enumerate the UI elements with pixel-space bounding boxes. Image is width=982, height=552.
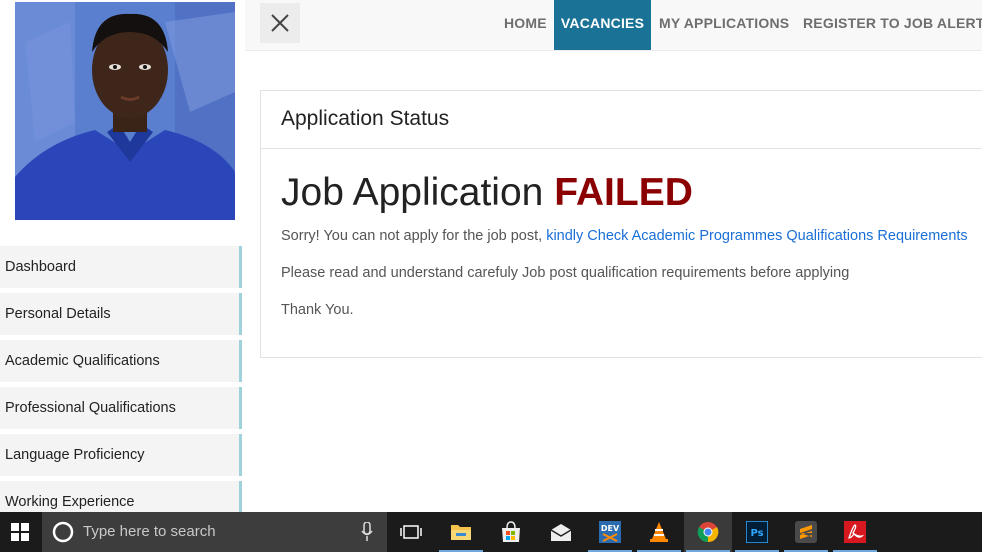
sidebar-item-label: Academic Qualifications — [5, 353, 160, 369]
photoshop-icon: Ps — [746, 521, 768, 543]
sidebar-item-personal-details[interactable]: Personal Details — [0, 293, 242, 335]
sidebar-item-label: Professional Qualifications — [5, 400, 176, 416]
microphone-icon[interactable] — [361, 522, 373, 542]
result-status: FAILED — [554, 171, 693, 214]
store-icon — [502, 521, 520, 542]
nav-register-job-alerts[interactable]: REGISTER TO JOB ALERTS — [803, 0, 982, 50]
taskbar-search[interactable]: Type here to search — [42, 512, 387, 552]
start-button[interactable] — [0, 512, 42, 552]
sidebar-item-label: Language Proficiency — [5, 447, 145, 463]
profile-photo — [15, 2, 235, 220]
vlc-icon — [650, 522, 668, 542]
result-prefix: Job Application — [281, 171, 544, 214]
file-explorer-button[interactable] — [437, 512, 485, 552]
mail-icon — [550, 524, 572, 541]
thank-you-message: Thank You. — [281, 302, 354, 318]
failure-message: Sorry! You can not apply for the job pos… — [281, 228, 968, 244]
application-status-card: Application Status Job Application FAILE… — [260, 90, 982, 358]
result-heading: Job Application FAILED — [281, 171, 693, 215]
task-view-icon — [400, 525, 422, 539]
sublime-text-icon — [795, 521, 817, 543]
card-title: Application Status — [281, 107, 450, 130]
taskbar: Type here to search DEV Ps — [0, 512, 982, 552]
sidebar-item-label: Personal Details — [5, 306, 111, 322]
svg-text:Ps: Ps — [750, 528, 763, 539]
sidebar: Dashboard Personal Details Academic Qual… — [0, 0, 245, 523]
nav-my-applications[interactable]: MY APPLICATIONS — [659, 0, 789, 50]
nav-vacancies[interactable]: VACANCIES — [554, 0, 651, 50]
nav-home[interactable]: HOME — [504, 0, 547, 50]
windows-icon — [11, 523, 29, 541]
photoshop-button[interactable]: Ps — [733, 512, 781, 552]
chrome-button[interactable] — [684, 512, 732, 552]
sidebar-item-dashboard[interactable]: Dashboard — [0, 246, 242, 288]
folder-icon — [451, 525, 471, 540]
close-button[interactable] — [260, 3, 300, 43]
card-header: Application Status — [261, 91, 982, 149]
search-placeholder: Type here to search — [83, 523, 216, 540]
sidebar-item-language-proficiency[interactable]: Language Proficiency — [0, 434, 242, 476]
devexpress-button[interactable]: DEV — [586, 512, 634, 552]
failure-message-text: Sorry! You can not apply for the job pos… — [281, 228, 543, 244]
chrome-icon — [697, 522, 719, 543]
sidebar-item-label: Working Experience — [5, 494, 135, 510]
sidebar-item-professional-qualifications[interactable]: Professional Qualifications — [0, 387, 242, 429]
top-nav-bar: HOME VACANCIES MY APPLICATIONS REGISTER … — [245, 0, 982, 51]
sublime-text-button[interactable] — [782, 512, 830, 552]
cortana-icon — [52, 521, 74, 543]
acrobat-reader-button[interactable] — [831, 512, 879, 552]
store-button[interactable] — [487, 512, 535, 552]
sidebar-item-academic-qualifications[interactable]: Academic Qualifications — [0, 340, 242, 382]
instruction-message: Please read and understand carefuly Job … — [281, 265, 850, 281]
sidebar-item-label: Dashboard — [5, 259, 76, 275]
acrobat-reader-icon — [844, 521, 866, 543]
qualifications-requirements-link[interactable]: kindly Check Academic Programmes Qualifi… — [546, 228, 967, 244]
close-icon — [271, 14, 289, 32]
task-view-button[interactable] — [387, 512, 435, 552]
svg-text:DEV: DEV — [601, 524, 620, 533]
devexpress-icon: DEV — [599, 521, 621, 543]
mail-button[interactable] — [537, 512, 585, 552]
vlc-button[interactable] — [635, 512, 683, 552]
